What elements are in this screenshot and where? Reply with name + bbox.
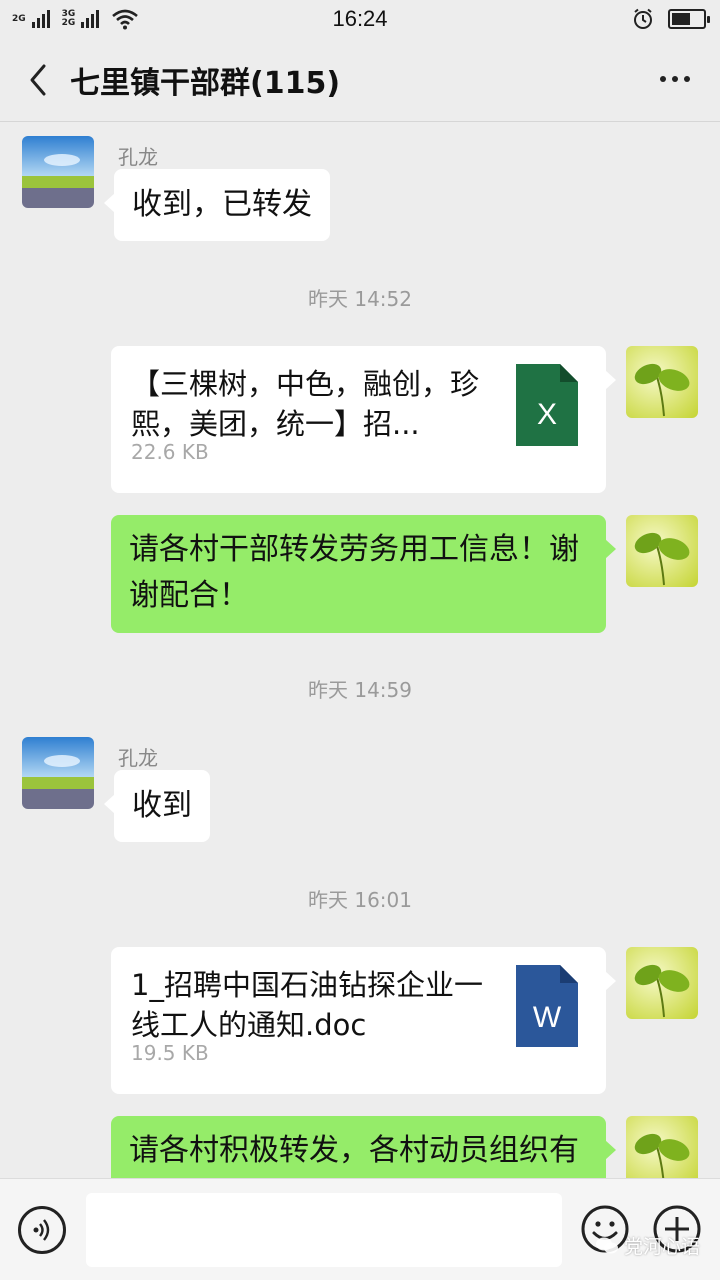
status-right [632,8,710,30]
file-message[interactable]: 1_招聘中国石油钻探企业一线工人的通知.doc 19.5 KB W [111,947,616,1094]
avatar[interactable] [626,1116,698,1178]
avatar[interactable] [626,346,698,418]
file-icon-letter: X [537,398,557,431]
message-text: 收到，已转发 [132,187,312,222]
input-bar [0,1178,720,1280]
timestamp: 昨天 14:52 [308,287,412,311]
status-time: 16:24 [332,6,388,31]
sender-name: 孔龙 [118,145,158,169]
more-dots-icon[interactable] [660,64,690,94]
message-text: 收到 [132,788,192,823]
file-message[interactable]: 【三棵树，中色，融创，珍熙，美团，统一】招... 22.6 KB X [111,346,616,493]
message-text: 请各村干部转发劳务用工信息！谢谢配合！ [129,532,579,613]
avatar[interactable] [22,136,94,208]
file-icon-letter: W [533,1001,562,1034]
avatar[interactable] [626,515,698,587]
message-list[interactable]: 孔龙 收到，已转发 昨天 14:52 【三棵树，中色，融创，珍熙，美团，统一】招… [0,123,720,1178]
message-bubble[interactable]: 收到，已转发 [104,169,330,241]
file-size: 22.6 KB [131,440,209,464]
chat-title: 七里镇干部群(115) [70,66,341,101]
chevron-left-icon[interactable] [20,60,60,100]
avatar[interactable] [626,947,698,1019]
watermark-text: 党河心语 [623,1236,700,1258]
battery-level [672,13,690,25]
timestamp: 昨天 16:01 [308,888,412,912]
voice-icon[interactable] [18,1206,66,1254]
excel-file-icon: X [516,364,578,446]
message-bubble[interactable]: 请各村干部转发劳务用工信息！谢谢配合！ [111,515,616,633]
timestamp: 昨天 14:59 [308,678,412,702]
message-text: 请各村积极转发，各村动员组织有 [129,1133,579,1168]
word-file-icon: W [516,965,578,1047]
wechat-logo-icon [595,1237,618,1253]
avatar[interactable] [22,737,94,809]
watermark: 党河心语 [595,1232,700,1259]
battery-icon [668,9,710,29]
file-size: 19.5 KB [131,1041,209,1065]
sender-name: 孔龙 [118,746,158,770]
message-input[interactable] [86,1193,562,1267]
alarm-clock-icon [634,8,652,29]
chat-header: 七里镇干部群(115) [0,38,720,122]
message-bubble[interactable]: 收到 [104,770,210,842]
message-bubble[interactable]: 请各村积极转发，各村动员组织有 [111,1116,616,1178]
status-bar: 2G 3G 2G 16:24 [0,0,720,38]
